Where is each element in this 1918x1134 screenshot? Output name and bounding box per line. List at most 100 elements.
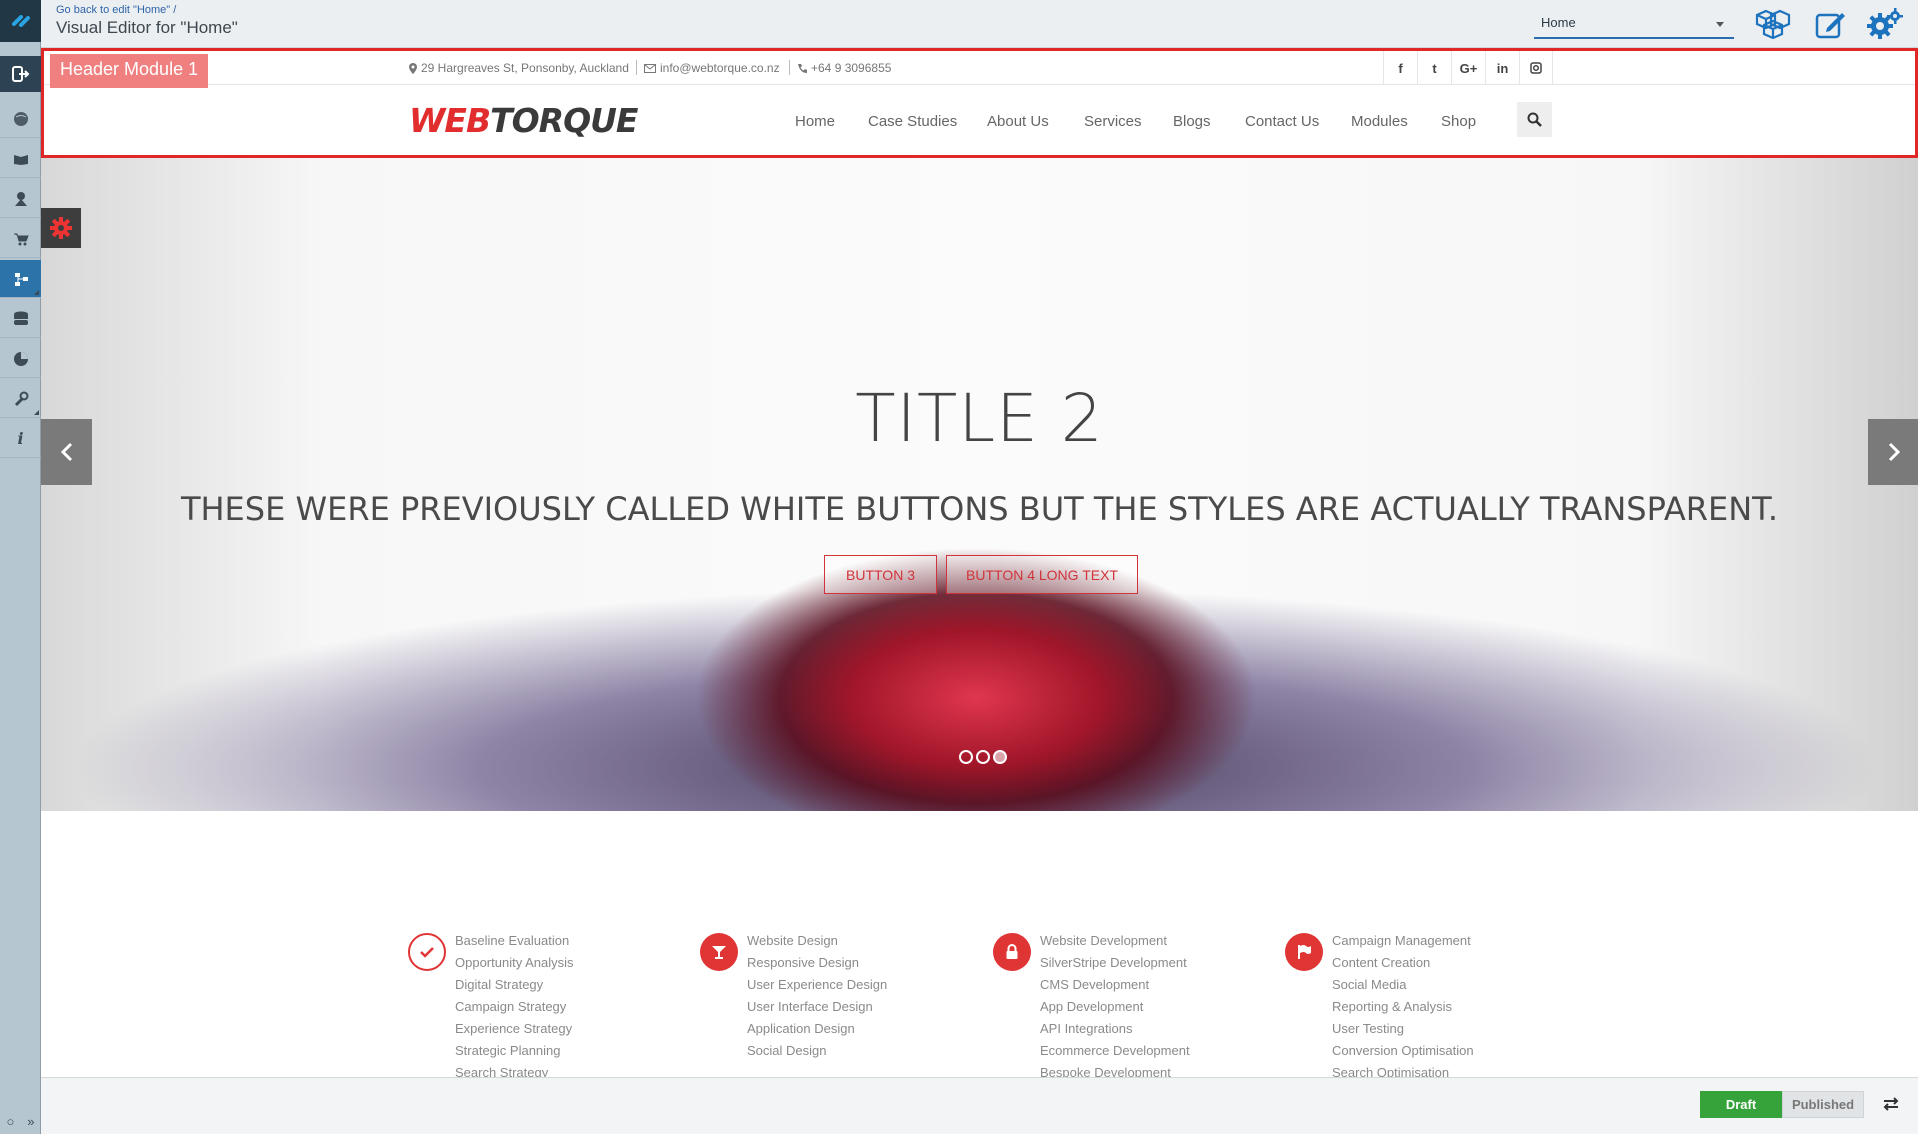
chevron-left-icon bbox=[60, 442, 72, 462]
published-toggle[interactable]: Published bbox=[1782, 1091, 1864, 1118]
expand-chevron-icon[interactable]: » bbox=[27, 1114, 34, 1129]
list-item[interactable]: SilverStripe Development bbox=[1040, 952, 1190, 974]
list-item[interactable]: Application Design bbox=[747, 1018, 887, 1040]
cms-side-rail: i ○ » bbox=[0, 0, 41, 1134]
submenu-indicator-icon bbox=[34, 410, 39, 415]
address-item: 29 Hargreaves St, Ponsonby, Auckland bbox=[409, 61, 629, 75]
draft-toggle[interactable]: Draft bbox=[1700, 1091, 1782, 1118]
lock-icon bbox=[993, 933, 1031, 971]
nav-about-us[interactable]: About Us bbox=[987, 113, 1049, 130]
chevron-down-icon bbox=[1716, 22, 1724, 27]
slide-subtitle: THESE WERE PREVIOUSLY CALLED WHITE BUTTO… bbox=[180, 490, 1779, 528]
cart-icon[interactable] bbox=[0, 220, 41, 258]
list-item[interactable]: Digital Strategy bbox=[455, 974, 574, 996]
nav-home[interactable]: Home bbox=[795, 113, 835, 130]
page-select[interactable]: Home bbox=[1534, 11, 1734, 39]
list-item[interactable]: User Interface Design bbox=[747, 996, 887, 1018]
database-icon[interactable] bbox=[0, 300, 41, 338]
logo-text-web: WEB bbox=[409, 101, 491, 140]
module-label[interactable]: Header Module 1 bbox=[50, 54, 209, 88]
book-icon[interactable] bbox=[0, 140, 41, 178]
service-list: Website Design Responsive Design User Ex… bbox=[747, 930, 887, 1062]
header-contact-bar bbox=[44, 51, 1915, 85]
nav-modules[interactable]: Modules bbox=[1351, 113, 1408, 130]
email-item[interactable]: info@webtorque.co.nz bbox=[644, 61, 780, 75]
slide-button-3[interactable]: BUTTON 3 bbox=[824, 555, 937, 594]
site-logo[interactable]: WEBTORQUE bbox=[409, 101, 638, 140]
service-list: Website Development SilverStripe Develop… bbox=[1040, 930, 1190, 1084]
check-icon bbox=[408, 933, 446, 971]
list-item[interactable]: Social Design bbox=[747, 1040, 887, 1062]
prev-slide-button[interactable] bbox=[41, 419, 92, 485]
search-icon bbox=[1527, 112, 1542, 127]
nav-shop[interactable]: Shop bbox=[1441, 113, 1476, 130]
phone-icon bbox=[798, 64, 807, 73]
sign-out-icon[interactable] bbox=[0, 56, 41, 92]
list-item[interactable]: Website Development bbox=[1040, 930, 1190, 952]
instagram-icon[interactable] bbox=[1519, 51, 1553, 85]
divider bbox=[636, 60, 637, 75]
list-item[interactable]: Baseline Evaluation bbox=[455, 930, 574, 952]
twitter-icon[interactable]: t bbox=[1417, 51, 1451, 85]
list-item[interactable]: Website Design bbox=[747, 930, 887, 952]
rail-footer: ○ » bbox=[0, 1108, 41, 1134]
phone-text[interactable]: +64 9 3096855 bbox=[811, 61, 891, 75]
cocktail-icon bbox=[700, 933, 738, 971]
hero-slider: TITLE 2 THESE WERE PREVIOUSLY CALLED WHI… bbox=[41, 158, 1918, 811]
envelope-icon bbox=[644, 63, 656, 73]
preview-status-bar: Draft Published bbox=[41, 1077, 1918, 1134]
list-item[interactable]: User Experience Design bbox=[747, 974, 887, 996]
list-item[interactable]: Responsive Design bbox=[747, 952, 887, 974]
slide-dot[interactable] bbox=[976, 750, 990, 764]
sitemap-icon[interactable] bbox=[0, 260, 41, 298]
phone-item[interactable]: +64 9 3096855 bbox=[797, 61, 891, 75]
info-icon[interactable]: i bbox=[0, 420, 41, 458]
list-item[interactable]: Campaign Strategy bbox=[455, 996, 574, 1018]
list-item[interactable]: Campaign Management bbox=[1332, 930, 1474, 952]
list-item[interactable]: Conversion Optimisation bbox=[1332, 1040, 1474, 1062]
submenu-indicator-icon bbox=[34, 290, 39, 295]
nav-services[interactable]: Services bbox=[1084, 113, 1142, 130]
slide-indicators bbox=[959, 750, 1007, 764]
module-settings-button[interactable] bbox=[41, 208, 81, 248]
edit-icon[interactable] bbox=[1811, 6, 1851, 42]
linkedin-icon[interactable]: in bbox=[1485, 51, 1519, 85]
slide-dot-active[interactable] bbox=[993, 750, 1007, 764]
list-item[interactable]: User Testing bbox=[1332, 1018, 1474, 1040]
list-item[interactable]: Strategic Planning bbox=[455, 1040, 574, 1062]
list-item[interactable]: Ecommerce Development bbox=[1040, 1040, 1190, 1062]
modules-cubes-icon[interactable] bbox=[1753, 6, 1793, 42]
slide-dot[interactable] bbox=[959, 750, 973, 764]
help-circle-icon[interactable]: ○ bbox=[6, 1114, 14, 1129]
email-text[interactable]: info@webtorque.co.nz bbox=[660, 61, 780, 75]
next-slide-button[interactable] bbox=[1868, 419, 1918, 485]
chevron-right-icon bbox=[1888, 442, 1900, 462]
page-title: Visual Editor for "Home" bbox=[56, 18, 238, 37]
google-plus-icon[interactable]: G+ bbox=[1451, 51, 1485, 85]
silverstripe-logo-icon[interactable] bbox=[0, 0, 41, 42]
list-item[interactable]: Opportunity Analysis bbox=[455, 952, 574, 974]
back-to-edit-link[interactable]: Go back to edit "Home" / bbox=[56, 4, 176, 16]
nav-case-studies[interactable]: Case Studies bbox=[868, 113, 957, 130]
nav-blogs[interactable]: Blogs bbox=[1173, 113, 1211, 130]
list-item[interactable]: Experience Strategy bbox=[455, 1018, 574, 1040]
search-button[interactable] bbox=[1517, 102, 1552, 137]
nav-contact-us[interactable]: Contact Us bbox=[1245, 113, 1319, 130]
settings-gears-icon[interactable] bbox=[1865, 6, 1905, 42]
swap-arrows-icon[interactable] bbox=[1879, 1092, 1903, 1116]
address-text: 29 Hargreaves St, Ponsonby, Auckland bbox=[421, 61, 629, 75]
slide-button-4[interactable]: BUTTON 4 LONG TEXT bbox=[946, 555, 1138, 594]
list-item[interactable]: Reporting & Analysis bbox=[1332, 996, 1474, 1018]
list-item[interactable]: App Development bbox=[1040, 996, 1190, 1018]
globe-icon[interactable] bbox=[0, 100, 41, 138]
list-item[interactable]: API Integrations bbox=[1040, 1018, 1190, 1040]
user-marker-icon[interactable] bbox=[0, 180, 41, 218]
list-item[interactable]: Social Media bbox=[1332, 974, 1474, 996]
list-item[interactable]: Content Creation bbox=[1332, 952, 1474, 974]
facebook-icon[interactable]: f bbox=[1383, 51, 1417, 85]
pie-chart-icon[interactable] bbox=[0, 340, 41, 378]
list-item[interactable]: CMS Development bbox=[1040, 974, 1190, 996]
wrench-icon[interactable] bbox=[0, 380, 41, 418]
header-module[interactable]: Header Module 1 29 Hargreaves St, Ponson… bbox=[41, 48, 1918, 158]
divider bbox=[789, 60, 790, 75]
